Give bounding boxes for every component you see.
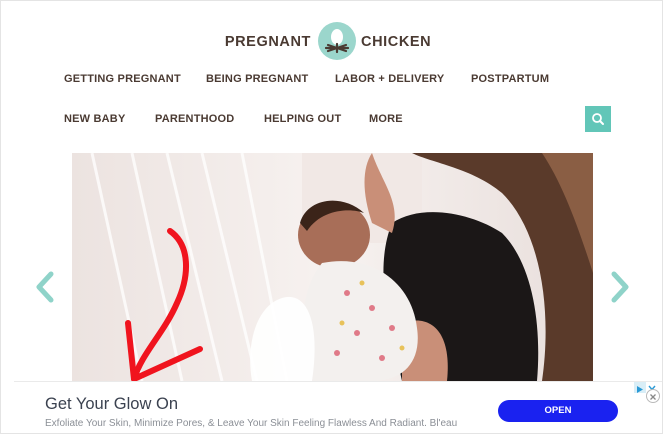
chicken-egg-icon [318, 22, 356, 60]
nav-postpartum[interactable]: POSTPARTUM [471, 73, 549, 85]
ad-banner[interactable]: Get Your Glow On Exfoliate Your Skin, Mi… [14, 381, 662, 433]
carousel-next-button[interactable] [608, 270, 632, 304]
nav-getting-pregnant[interactable]: GETTING PREGNANT [64, 73, 181, 85]
hero-carousel-image[interactable] [72, 153, 593, 381]
main-nav-row-1: GETTING PREGNANT BEING PREGNANT LABOR + … [0, 71, 663, 91]
main-nav-row-2: NEW BABY PARENTHOOD HELPING OUT MORE [0, 111, 663, 131]
adchoices-icon[interactable] [634, 382, 646, 393]
ad-title[interactable]: Get Your Glow On [45, 395, 178, 414]
ad-description: Exfoliate Your Skin, Minimize Pores, & L… [45, 418, 458, 429]
logo-word-pregnant: PREGNANT [224, 34, 311, 50]
ad-open-button[interactable]: OPEN [498, 400, 618, 422]
nav-helping-out[interactable]: HELPING OUT [264, 113, 341, 125]
hero-photo [72, 153, 593, 381]
logo-word-chicken: CHICKEN [361, 34, 432, 50]
nav-labor-delivery[interactable]: LABOR + DELIVERY [335, 73, 444, 85]
chevron-right-icon [611, 271, 629, 303]
search-icon [592, 113, 604, 125]
close-icon[interactable] [646, 389, 660, 403]
nav-parenthood[interactable]: PARENTHOOD [155, 113, 234, 125]
nav-new-baby[interactable]: NEW BABY [64, 113, 126, 125]
nav-more[interactable]: MORE [369, 113, 403, 125]
nav-being-pregnant[interactable]: BEING PREGNANT [206, 73, 308, 85]
chevron-left-icon [36, 271, 54, 303]
carousel-prev-button[interactable] [33, 270, 57, 304]
search-button[interactable] [585, 106, 611, 132]
site-logo[interactable]: PREGNANT CHICKEN [0, 22, 663, 62]
